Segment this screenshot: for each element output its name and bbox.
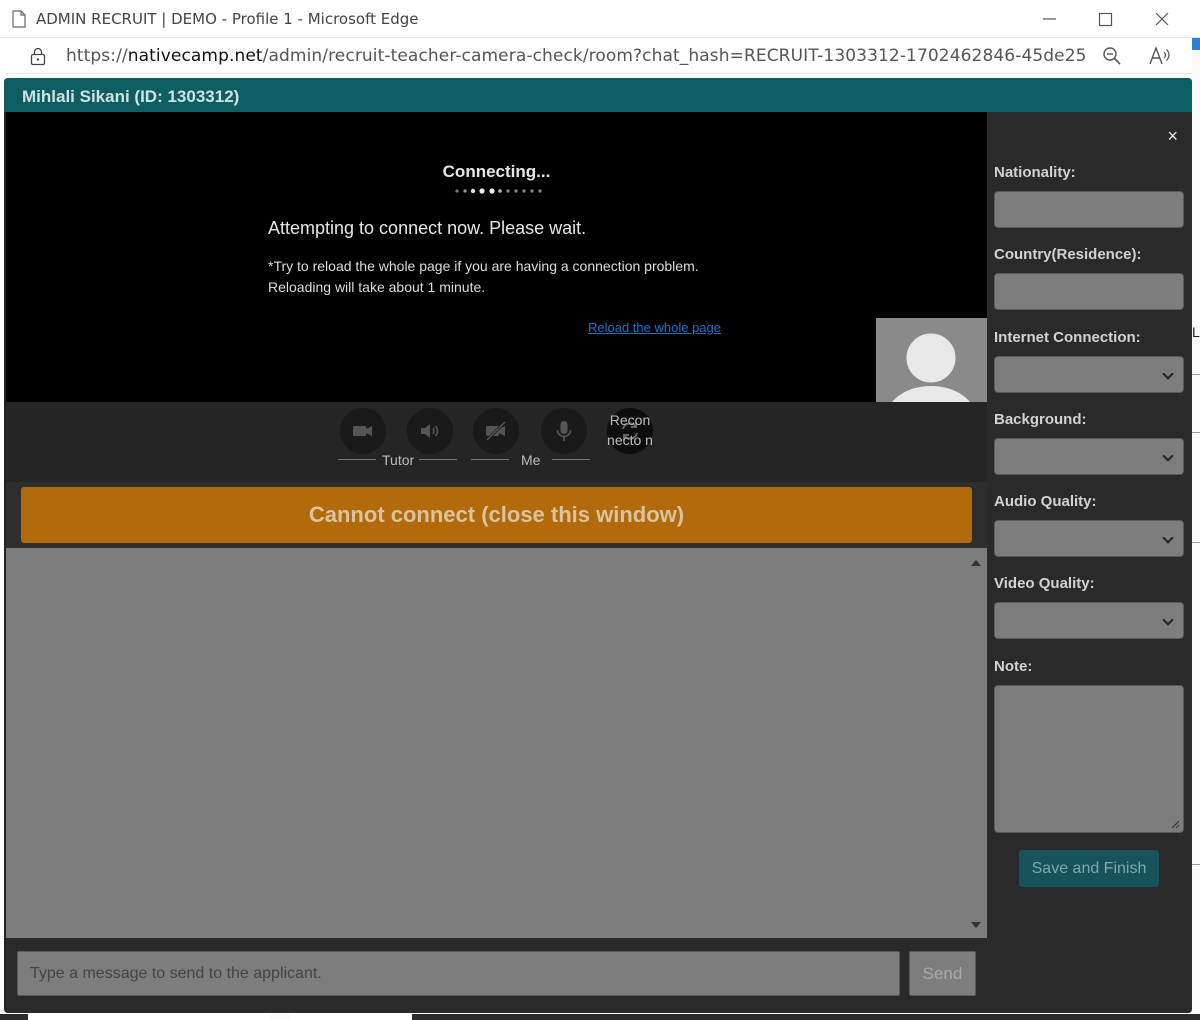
taskbar-fragment bbox=[270, 1014, 290, 1020]
message-composer: Send bbox=[6, 938, 987, 1013]
read-aloud-icon[interactable] bbox=[1148, 46, 1172, 66]
connecting-status: Connecting... bbox=[442, 162, 551, 181]
background-page-edge: L bbox=[1192, 38, 1200, 1020]
internet-label: Internet Connection: bbox=[994, 329, 1141, 346]
self-preview bbox=[876, 318, 987, 402]
applicant-name: Mihlali Sikani (ID: 1303312) bbox=[22, 87, 240, 106]
divider bbox=[552, 459, 590, 460]
scroll-down-arrow-icon[interactable] bbox=[971, 922, 981, 928]
video-quality-label: Video Quality: bbox=[994, 575, 1095, 592]
divider bbox=[419, 459, 457, 460]
connecting-message: Attempting to connect now. Please wait. bbox=[268, 218, 587, 238]
background-rule bbox=[1192, 542, 1200, 543]
note-label: Note: bbox=[994, 658, 1033, 675]
call-controls: Recon necto n Tutor Me bbox=[6, 402, 987, 482]
audio-quality-select[interactable] bbox=[994, 520, 1184, 557]
microphone-icon bbox=[556, 421, 572, 441]
divider bbox=[471, 459, 509, 460]
close-window-icon[interactable] bbox=[1149, 6, 1175, 32]
tutor-speaker-button[interactable] bbox=[407, 408, 453, 454]
zoom-out-icon[interactable] bbox=[1102, 46, 1122, 66]
divider bbox=[338, 459, 376, 460]
internet-connection-select[interactable] bbox=[994, 356, 1184, 393]
message-input[interactable] bbox=[17, 951, 900, 996]
applicant-header: Mihlali Sikani (ID: 1303312) bbox=[4, 78, 1192, 112]
address-bar[interactable]: https://nativecamp.net/admin/recruit-tea… bbox=[6, 38, 1192, 74]
close-panel-icon[interactable]: × bbox=[1167, 126, 1178, 147]
camera-off-icon bbox=[485, 420, 507, 442]
scroll-up-arrow-icon[interactable] bbox=[971, 560, 981, 566]
background-edge-letter: L bbox=[1192, 324, 1200, 340]
send-button[interactable]: Send bbox=[909, 951, 976, 996]
camera-check-window: Mihlali Sikani (ID: 1303312) Connecting.… bbox=[4, 78, 1192, 1013]
background-rule bbox=[1192, 432, 1200, 433]
tutor-label: Tutor bbox=[382, 452, 415, 468]
user-avatar-icon bbox=[892, 330, 970, 402]
evaluation-panel: × Nationality: Country(Residence): Inter… bbox=[987, 112, 1192, 1013]
window-title: ADMIN RECRUIT | DEMO - Profile 1 - Micro… bbox=[36, 10, 419, 28]
tutor-camera-button[interactable] bbox=[340, 408, 386, 454]
video-area: Connecting... Attempting to connect now.… bbox=[6, 112, 987, 402]
background-rule bbox=[1192, 864, 1200, 865]
note-textarea[interactable] bbox=[994, 685, 1184, 833]
background-accent bbox=[1192, 38, 1200, 50]
video-quality-select[interactable] bbox=[994, 602, 1184, 639]
nationality-input[interactable] bbox=[994, 191, 1184, 228]
browser-titlebar: ADMIN RECRUIT | DEMO - Profile 1 - Micro… bbox=[0, 0, 1200, 38]
maximize-icon[interactable] bbox=[1092, 6, 1118, 32]
minimize-icon[interactable] bbox=[1036, 6, 1062, 32]
page-icon bbox=[12, 10, 26, 28]
me-label: Me bbox=[521, 452, 541, 468]
background-select[interactable] bbox=[994, 438, 1184, 475]
cannot-connect-button[interactable]: Cannot connect (close this window) bbox=[21, 487, 972, 543]
audio-quality-label: Audio Quality: bbox=[994, 493, 1097, 510]
country-input[interactable] bbox=[994, 273, 1184, 310]
lock-icon[interactable] bbox=[28, 46, 48, 66]
reload-page-link[interactable]: Reload the whole page bbox=[588, 320, 721, 335]
reconnect-label: Recon necto n bbox=[607, 412, 653, 448]
chat-log[interactable] bbox=[6, 548, 987, 938]
nationality-label: Nationality: bbox=[994, 164, 1076, 181]
resize-grip-icon[interactable] bbox=[1171, 820, 1180, 829]
speaker-icon bbox=[421, 424, 439, 438]
connection-error-bar: Cannot connect (close this window) bbox=[6, 482, 987, 548]
reload-hint: *Try to reload the whole page if you are… bbox=[268, 258, 699, 295]
taskbar-fragment bbox=[0, 1014, 28, 1020]
background-label: Background: bbox=[994, 411, 1087, 428]
url-text[interactable]: https://nativecamp.net/admin/recruit-tea… bbox=[66, 46, 1087, 66]
me-camera-button[interactable] bbox=[473, 408, 519, 454]
country-label: Country(Residence): bbox=[994, 246, 1142, 263]
loading-dots-icon bbox=[455, 188, 542, 194]
camera-icon bbox=[353, 426, 372, 436]
background-rule bbox=[1192, 374, 1200, 375]
me-microphone-button[interactable] bbox=[541, 408, 587, 454]
taskbar-fragment bbox=[412, 1014, 1200, 1020]
save-and-finish-button[interactable]: Save and Finish bbox=[1019, 850, 1159, 887]
